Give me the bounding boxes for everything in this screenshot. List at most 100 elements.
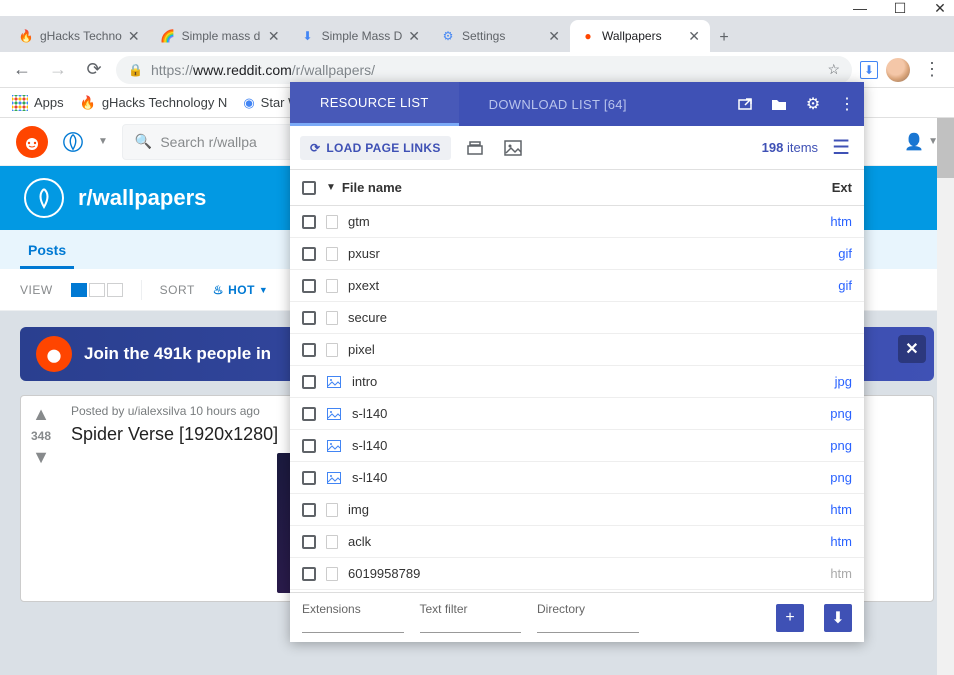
row-checkbox[interactable] (302, 247, 316, 261)
url-input[interactable]: 🔒 https://www.reddit.com/r/wallpapers/ ☆ (116, 56, 852, 84)
close-banner-button[interactable]: ✕ (898, 335, 926, 363)
select-all-checkbox[interactable] (302, 181, 316, 195)
layers-icon[interactable] (461, 140, 489, 156)
gear-icon[interactable]: ⚙ (796, 94, 830, 114)
close-window-icon[interactable]: ✕ (934, 2, 946, 14)
load-page-links-button[interactable]: ⟳ LOAD PAGE LINKS (300, 136, 451, 160)
file-row[interactable]: s-l140png (290, 398, 864, 430)
file-name: pxusr (348, 246, 380, 261)
star-icon[interactable]: ☆ (827, 61, 840, 78)
row-checkbox[interactable] (302, 311, 316, 325)
tab-close-icon[interactable]: ✕ (688, 28, 700, 45)
tab-settings[interactable]: ⚙ Settings ✕ (430, 20, 570, 52)
tab-wallpapers[interactable]: ● Wallpapers ✕ (570, 20, 710, 52)
file-list[interactable]: gtmhtm pxusr gif pxextgifsecurepixelintrojp… (290, 206, 864, 592)
tab-resource-list[interactable]: RESOURCE LIST (290, 82, 459, 126)
url-text: https://www.reddit.com/r/wallpapers/ (151, 62, 819, 78)
doc-file-icon (326, 535, 338, 549)
apps-button[interactable]: Apps (12, 95, 64, 111)
extensions-filter[interactable]: Extensions (302, 602, 404, 633)
row-checkbox[interactable] (302, 439, 316, 453)
column-filename[interactable]: ▼File name (326, 180, 402, 195)
row-checkbox[interactable] (302, 535, 316, 549)
row-checkbox[interactable] (302, 279, 316, 293)
reddit-logo-icon[interactable] (16, 126, 48, 158)
view-card-icon[interactable] (71, 283, 87, 297)
forward-button[interactable]: → (44, 56, 72, 84)
file-ext: gif (838, 246, 852, 261)
doc-file-icon (326, 311, 338, 325)
file-ext: htm (830, 214, 852, 229)
file-row[interactable]: introjpg (290, 366, 864, 398)
file-row[interactable]: pxextgif (290, 270, 864, 302)
tab-simple-mass-2[interactable]: ⬇ Simple Mass D ✕ (290, 20, 430, 52)
image-file-icon (326, 470, 342, 486)
row-checkbox[interactable] (302, 503, 316, 517)
search-input[interactable]: 🔍 Search r/wallpa (122, 124, 302, 160)
favicon-icon: 🔥 (18, 28, 34, 44)
user-dropdown[interactable]: 👤 ▼ (904, 132, 938, 152)
file-row[interactable]: imghtm (290, 494, 864, 526)
page-scrollbar[interactable] (937, 118, 954, 675)
hamburger-icon[interactable]: ☰ (828, 135, 854, 160)
apps-label: Apps (34, 95, 64, 110)
more-icon[interactable]: ⋮ (830, 94, 864, 114)
tab-close-icon[interactable]: ✕ (268, 28, 280, 45)
favicon-icon: 🌈 (160, 28, 176, 44)
row-checkbox[interactable] (302, 343, 316, 357)
file-row[interactable]: s-l140png (290, 462, 864, 494)
view-classic-icon[interactable] (89, 283, 105, 297)
menu-icon[interactable]: ⋮ (918, 56, 946, 84)
downloader-ext-icon[interactable]: ⬇ (860, 61, 878, 79)
tab-ghacks[interactable]: 🔥 gHacks Techno ✕ (8, 20, 150, 52)
doc-file-icon (326, 503, 338, 517)
back-button[interactable]: ← (8, 56, 36, 84)
vote-column: ▲ 348 ▼ (21, 396, 61, 601)
chevron-down-icon[interactable]: ▼ (98, 136, 108, 147)
profile-avatar[interactable] (886, 58, 910, 82)
filter-label: Extensions (302, 602, 404, 616)
file-row[interactable]: gtmhtm (290, 206, 864, 238)
row-checkbox[interactable] (302, 215, 316, 229)
column-ext[interactable]: Ext (832, 180, 852, 195)
scrollbar-thumb[interactable] (937, 118, 954, 178)
add-button[interactable]: + (776, 604, 804, 632)
sort-label: SORT (160, 283, 195, 297)
minimize-icon[interactable]: — (854, 2, 866, 14)
row-checkbox[interactable] (302, 407, 316, 421)
tab-close-icon[interactable]: ✕ (408, 28, 420, 45)
folder-icon[interactable] (762, 97, 796, 111)
text-filter[interactable]: Text filter (420, 602, 522, 633)
extension-panel: RESOURCE LIST DOWNLOAD LIST [64] ⚙ ⋮ ⟳ L… (290, 82, 864, 642)
file-row[interactable]: s-l140png (290, 430, 864, 462)
tab-close-icon[interactable]: ✕ (128, 28, 140, 45)
row-checkbox[interactable] (302, 375, 316, 389)
row-checkbox[interactable] (302, 567, 316, 581)
directory-filter[interactable]: Directory (537, 602, 639, 633)
bookmark-ghacks[interactable]: 🔥gHacks Technology N (80, 95, 228, 111)
sort-hot-button[interactable]: ♨ HOT ▼ (213, 283, 269, 297)
post-score: 348 (31, 429, 51, 443)
row-checkbox[interactable] (302, 471, 316, 485)
tab-posts[interactable]: Posts (20, 242, 74, 269)
open-window-icon[interactable] (728, 96, 762, 112)
tab-download-list[interactable]: DOWNLOAD LIST [64] (459, 82, 657, 126)
downvote-button[interactable]: ▼ (32, 447, 50, 468)
file-row[interactable]: pixel (290, 334, 864, 366)
divider (141, 280, 142, 300)
file-row[interactable]: aclkhtm (290, 526, 864, 558)
subreddit-nav-icon[interactable] (62, 131, 84, 153)
file-row[interactable]: 6019958789htm (290, 558, 864, 590)
new-tab-button[interactable]: + (710, 24, 738, 52)
image-icon[interactable] (499, 140, 527, 156)
file-row[interactable]: pxusr gif (290, 238, 864, 270)
upvote-button[interactable]: ▲ (32, 404, 50, 425)
view-mode-picker[interactable] (71, 283, 123, 297)
file-row[interactable]: secure (290, 302, 864, 334)
maximize-icon[interactable]: ☐ (894, 2, 906, 14)
tab-simple-mass[interactable]: 🌈 Simple mass d ✕ (150, 20, 290, 52)
tab-close-icon[interactable]: ✕ (548, 28, 560, 45)
view-compact-icon[interactable] (107, 283, 123, 297)
download-button[interactable]: ⬇ (824, 604, 852, 632)
reload-button[interactable]: ⟳ (80, 56, 108, 84)
